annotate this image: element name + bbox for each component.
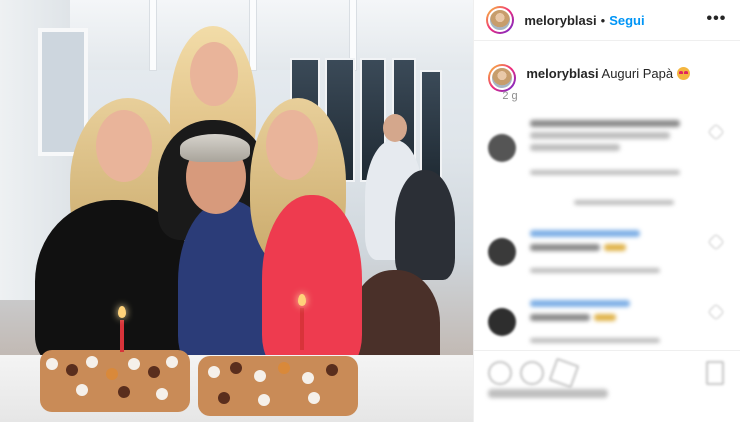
comment-emoji-blurred [604,244,627,251]
heart-eyes-emoji-icon [676,67,690,80]
bookmark-icon[interactable] [706,361,725,385]
photo-face [190,42,238,106]
photo-candle [300,308,304,350]
comment-text-blurred [530,230,641,237]
post-timestamp[interactable]: 2 g [502,90,517,102]
follow-button[interactable]: Segui [609,13,644,28]
caption-text-block: meloryblasi Auguri Papà [526,64,690,82]
photo-beam [150,0,156,70]
post-header: meloryblasi • Segui ••• [474,0,740,41]
caption-text: Auguri Papà [601,66,674,81]
instagram-post-window: meloryblasi • Segui ••• meloryblasi Augu… [0,0,740,422]
post-actions-bar [474,350,740,423]
photo-cake-right [198,356,358,416]
comment-text-blurred [530,314,591,321]
photo-beam [250,0,256,70]
comment-like-icon[interactable] [707,233,725,251]
comment-item [488,134,517,162]
comment-item [488,308,517,336]
caption-avatar[interactable] [488,64,517,92]
comment-item [488,238,517,266]
heart-icon[interactable] [488,361,513,385]
comment-like-icon[interactable] [707,123,725,141]
photo-candle-flame [118,306,126,318]
caption-username[interactable]: meloryblasi [526,66,598,81]
share-icon[interactable] [548,357,580,389]
comment-avatar[interactable] [488,238,517,266]
comment-emoji-blurred [594,314,617,321]
post-caption: meloryblasi Auguri Papà [488,64,690,92]
comment-meta-blurred [530,170,681,175]
photo-candle-flame [298,294,306,306]
comment-icon[interactable] [520,361,545,385]
comment-meta-blurred [530,338,661,343]
photo-cake-left [40,350,190,412]
comment-replies-blurred[interactable] [574,200,675,205]
comment-text-blurred [530,244,601,251]
comment-text-blurred [530,120,681,127]
photo-window [420,70,442,184]
comment-text-blurred [530,300,631,307]
photo-candle [120,320,124,352]
comment-meta-blurred [530,268,661,273]
photo-coat [395,170,455,280]
likes-count-blurred[interactable] [488,389,609,398]
photo-hair-grey [180,134,250,162]
comment-avatar[interactable] [488,134,517,162]
photo-diner-face [383,114,407,142]
post-photo[interactable] [0,0,474,422]
post-sidebar: meloryblasi • Segui ••• meloryblasi Augu… [473,0,740,422]
comment-text-blurred [530,144,621,151]
more-options-icon[interactable]: ••• [707,10,727,28]
photo-face [96,110,152,182]
comment-avatar[interactable] [488,308,517,336]
comment-like-icon[interactable] [707,303,725,321]
comment-text-blurred [530,132,671,139]
photo-face [266,110,318,180]
header-separator: • [600,12,606,28]
photo-person-right [262,195,362,370]
author-avatar[interactable] [486,6,515,34]
author-username[interactable]: meloryblasi [524,13,596,28]
